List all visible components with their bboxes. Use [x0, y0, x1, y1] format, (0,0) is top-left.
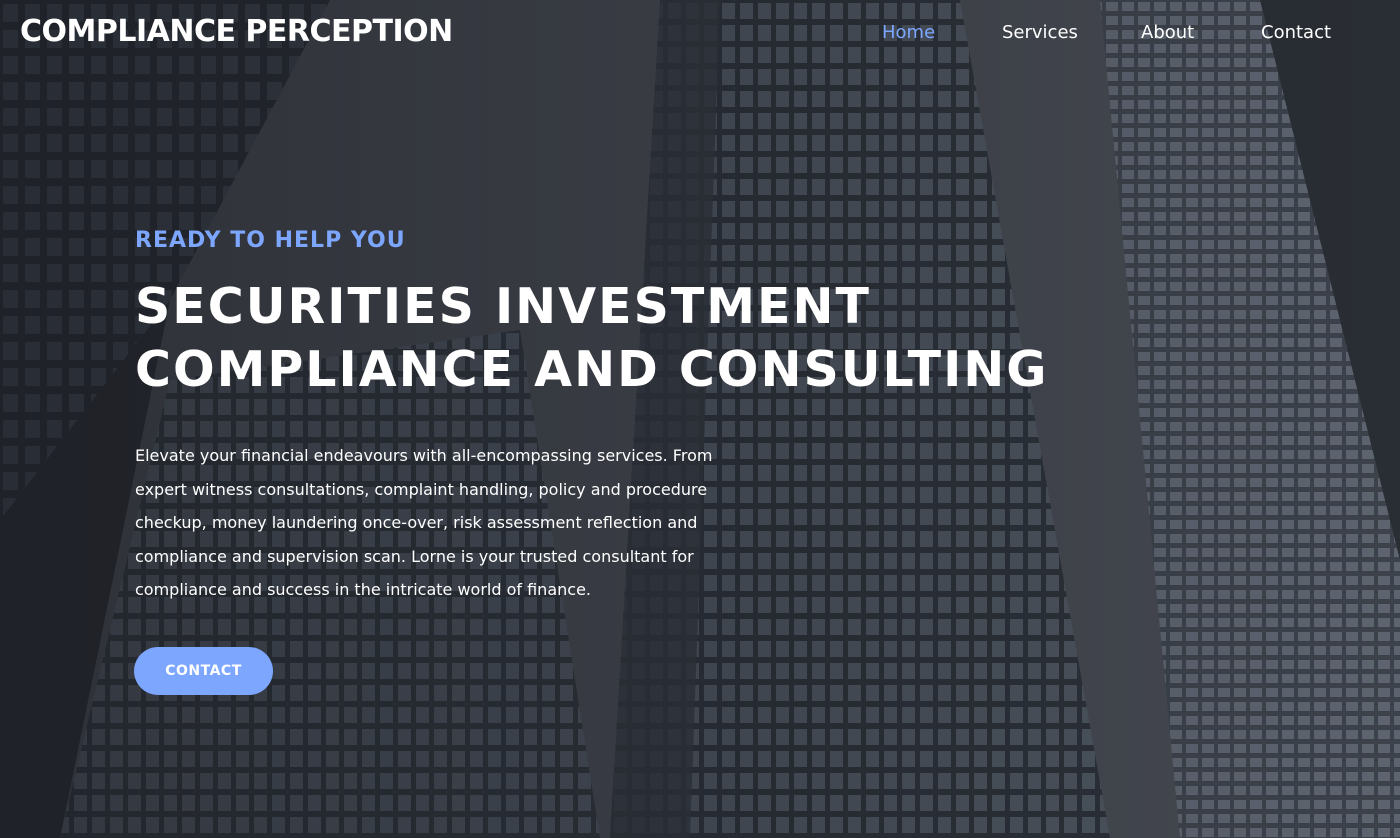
hero-description: Elevate your financial endeavours with a… [135, 446, 713, 599]
hero-eyebrow: READY TO HELP YOU [135, 228, 406, 253]
nav-link-home[interactable]: Home [882, 22, 935, 43]
brand-logo-text[interactable]: COMPLIANCE PERCEPTION [20, 14, 453, 49]
contact-button[interactable]: CONTACT [134, 647, 273, 695]
hero-content: READY TO HELP YOU SECURITIES INVESTMENT … [135, 228, 1095, 607]
nav-link-services[interactable]: Services [1002, 22, 1078, 43]
nav-link-about[interactable]: About [1141, 22, 1194, 43]
hero-headline-line-2: COMPLIANCE AND CONSULTING [135, 341, 1049, 398]
nav-link-contact[interactable]: Contact [1261, 22, 1331, 43]
hero-headline: SECURITIES INVESTMENT COMPLIANCE AND CON… [135, 275, 1095, 401]
navbar: COMPLIANCE PERCEPTION Home Services Abou… [0, 0, 1400, 66]
main-nav: Home Services About Contact [800, 22, 1400, 46]
hero-headline-line-1: SECURITIES INVESTMENT [135, 278, 871, 335]
